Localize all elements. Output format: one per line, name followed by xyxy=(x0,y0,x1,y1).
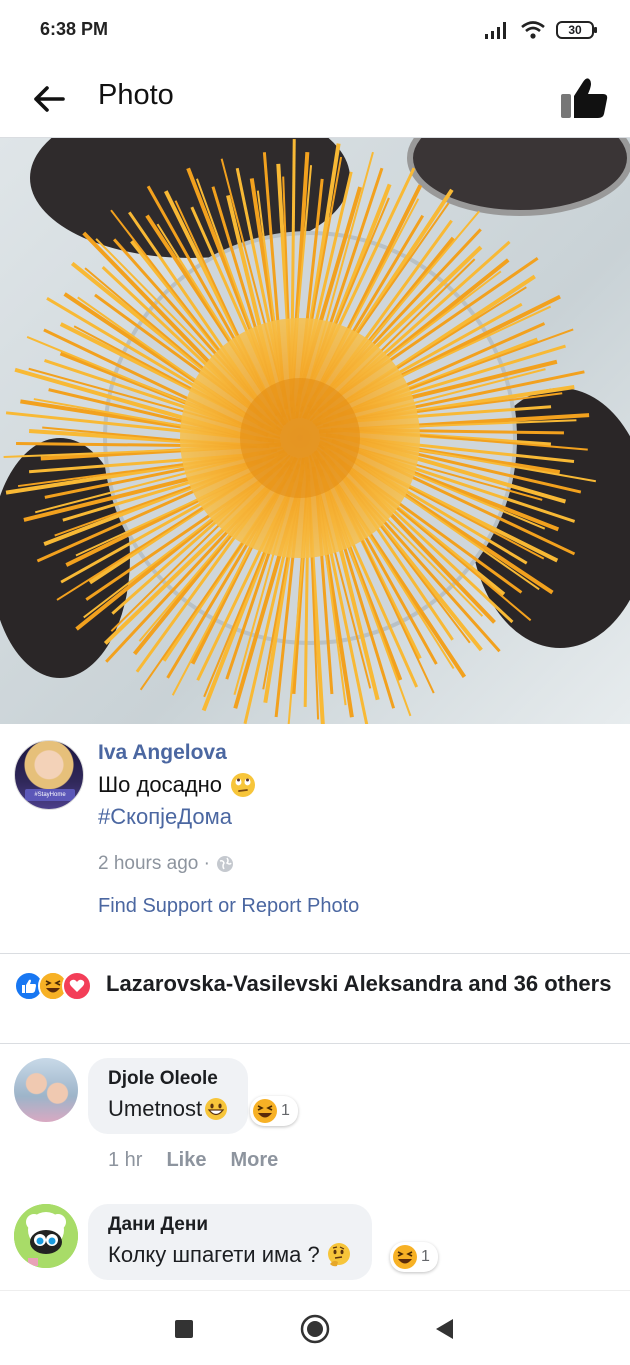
comment-text-value: Umetnost xyxy=(108,1096,203,1121)
comment-text: Umetnost xyxy=(108,1096,228,1122)
status-bar: 6:38 PM 30 xyxy=(0,0,630,60)
lamb-avatar-image xyxy=(14,1204,78,1268)
reaction-count: 1 xyxy=(421,1248,430,1265)
comment-item: Djole Oleole Umetnost 1 1 hr Like More xyxy=(0,1044,630,1190)
post-photo[interactable] xyxy=(0,138,630,724)
comment-bubble: Djole Oleole Umetnost xyxy=(88,1058,249,1134)
recents-button[interactable] xyxy=(166,1311,202,1347)
status-icons: 30 xyxy=(484,18,597,42)
back-arrow-icon xyxy=(34,86,65,112)
comment-reaction-badge[interactable]: 1 xyxy=(390,1242,438,1272)
haha-reaction-icon xyxy=(253,1099,277,1123)
time-text: 2 hours ago · xyxy=(98,853,210,874)
comment-bubble: Дани Дени Колку шпагети има ? xyxy=(88,1204,372,1280)
eye-roll-emoji-icon xyxy=(231,773,256,797)
post-info: #StayHome Iva Angelova Шо досадно #Скопј… xyxy=(0,724,630,954)
back-nav-button[interactable] xyxy=(426,1311,462,1347)
wifi-icon xyxy=(521,21,545,39)
globe-icon xyxy=(216,856,233,872)
post-timestamp: 2 hours ago · xyxy=(98,853,234,875)
hashtag-link[interactable]: #СкопјеДома xyxy=(98,804,232,830)
circle-icon xyxy=(300,1314,330,1344)
battery-icon: 30 xyxy=(556,21,597,39)
comment-actions: 1 hr Like More xyxy=(108,1149,278,1172)
comment-reaction-badge[interactable]: 1 xyxy=(250,1096,298,1126)
thumbs-up-icon xyxy=(561,78,608,118)
avatar[interactable]: #StayHome xyxy=(14,740,84,810)
haha-reaction-icon xyxy=(393,1245,417,1269)
author-name[interactable]: Iva Angelova xyxy=(98,741,227,765)
commenter-name[interactable]: Djole Oleole xyxy=(108,1068,228,1090)
comment-more-button[interactable]: More xyxy=(231,1149,279,1172)
find-support-link[interactable]: Find Support or Report Photo xyxy=(98,895,359,918)
page-title: Photo xyxy=(98,79,174,111)
post-caption: Шо досадно xyxy=(98,772,256,798)
comment-item: Дани Дени Колку шпагети има ? 1 xyxy=(0,1190,630,1290)
comment-text-value: Колку шпагети има ? xyxy=(108,1242,320,1267)
app-bar: Photo xyxy=(0,60,630,138)
triangle-back-icon xyxy=(436,1319,453,1339)
comment-time: 1 hr xyxy=(108,1149,143,1171)
back-button[interactable] xyxy=(28,78,70,120)
square-icon xyxy=(175,1320,193,1338)
commenter-name[interactable]: Дани Дени xyxy=(108,1214,352,1236)
avatar[interactable] xyxy=(14,1058,78,1122)
system-nav-bar xyxy=(0,1290,630,1365)
avatar[interactable] xyxy=(14,1204,78,1268)
comment-text: Колку шпагети има ? xyxy=(108,1242,352,1268)
caption-text: Шо досадно xyxy=(98,772,223,797)
reaction-count: 1 xyxy=(281,1102,290,1119)
status-time: 6:38 PM xyxy=(40,19,109,39)
like-button[interactable] xyxy=(556,70,612,126)
grinning-emoji-icon xyxy=(205,1098,228,1120)
avatar-tag: #StayHome xyxy=(25,789,75,801)
spaghetti-image xyxy=(0,138,630,724)
signal-icon xyxy=(485,22,506,39)
reactions-bar[interactable]: Lazarovska-Vasilevski Aleksandra and 36 … xyxy=(0,954,630,1044)
reactions-summary[interactable]: Lazarovska-Vasilevski Aleksandra and 36 … xyxy=(14,968,614,999)
thinking-emoji-icon xyxy=(327,1243,350,1267)
comment-like-button[interactable]: Like xyxy=(166,1149,206,1172)
home-button[interactable] xyxy=(297,1311,333,1347)
